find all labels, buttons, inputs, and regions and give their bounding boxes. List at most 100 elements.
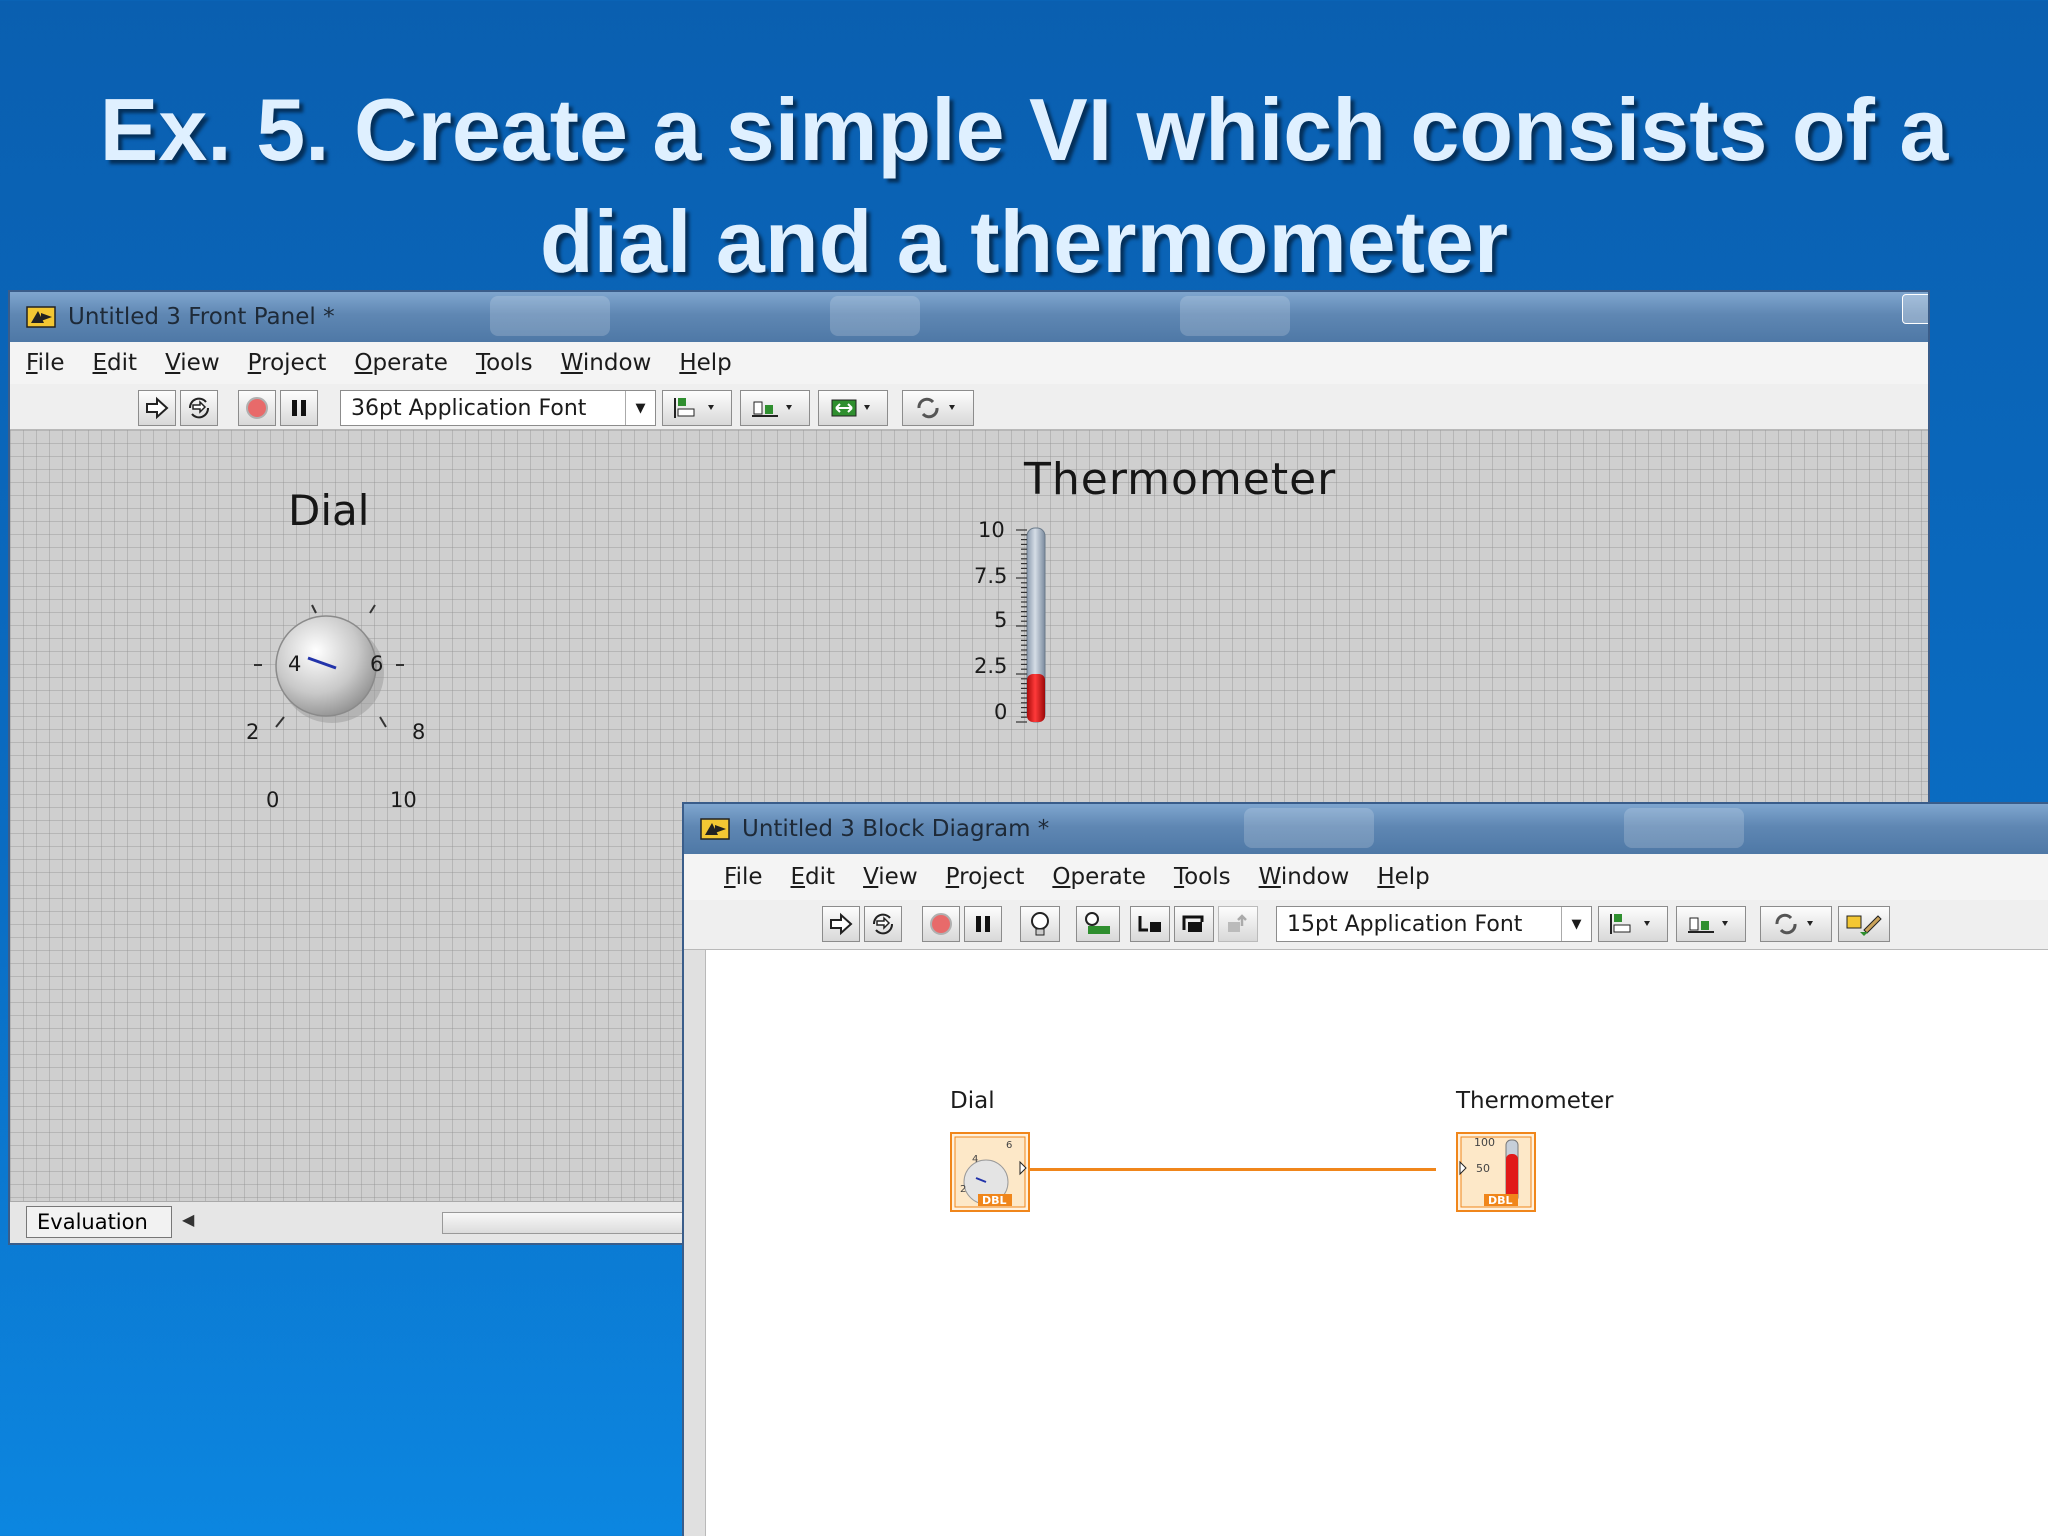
reorder-icon [917, 397, 955, 419]
chevron-down-icon: ▼ [1561, 907, 1591, 941]
dial-terminal-tick-2: 2 [960, 1184, 967, 1195]
abort-button[interactable] [922, 906, 960, 942]
chevron-down-icon: ▼ [625, 391, 655, 425]
clean-up-diagram-button[interactable] [1838, 906, 1890, 942]
dial-terminal-tick-4: 4 [972, 1154, 979, 1165]
thermometer-terminal-tick-100: 100 [1474, 1136, 1495, 1149]
thermo-tick-2-5: 2.5 [974, 654, 1008, 678]
step-into-icon [1138, 916, 1161, 932]
menu-view[interactable]: View [863, 864, 918, 890]
menu-tools[interactable]: Tools [476, 350, 533, 376]
menu-window[interactable]: Window [1259, 864, 1350, 890]
dial-control[interactable] [240, 580, 410, 750]
font-select[interactable]: 15pt Application Font ▼ [1276, 906, 1592, 942]
wire[interactable] [1020, 1168, 1436, 1171]
block-diagram-titlebar[interactable]: Untitled 3 Block Diagram * [684, 804, 2048, 854]
retain-wire-values-button[interactable] [1076, 906, 1120, 942]
abort-icon [246, 397, 268, 419]
thermo-tick-10: 10 [978, 518, 1005, 542]
pause-icon [292, 400, 306, 416]
menu-operate[interactable]: Operate [354, 350, 448, 376]
run-continuously-icon [188, 397, 210, 419]
thermometer-terminal[interactable]: 100 50 DBL [1456, 1132, 1536, 1212]
menu-file[interactable]: File [724, 864, 763, 890]
highlight-execution-icon [1031, 912, 1049, 936]
dial-tick-4: 4 [288, 652, 302, 676]
distribute-icon [752, 401, 792, 417]
block-diagram-menubar: File Edit View Project Operate Tools Win… [684, 854, 2048, 900]
menu-help[interactable]: Help [679, 350, 731, 376]
run-continuously-icon [872, 913, 894, 935]
resize-objects-button[interactable] [818, 390, 888, 426]
run-arrow-icon [830, 912, 853, 936]
block-diagram-window[interactable]: Untitled 3 Block Diagram * File Edit Vie… [682, 802, 2048, 1536]
highlight-execution-button[interactable] [1020, 906, 1060, 942]
menu-window[interactable]: Window [561, 350, 652, 376]
menu-project[interactable]: Project [248, 350, 327, 376]
dial-knob[interactable] [240, 580, 410, 750]
run-button[interactable] [138, 390, 176, 426]
run-continuously-button[interactable] [180, 390, 218, 426]
align-objects-button[interactable] [662, 390, 732, 426]
retain-wire-values-icon [1085, 912, 1110, 934]
font-select-value: 36pt Application Font [351, 395, 587, 421]
menu-help[interactable]: Help [1377, 864, 1429, 890]
step-out-icon [1228, 914, 1247, 932]
abort-icon [930, 913, 952, 935]
titlebar-glow [1244, 808, 1374, 848]
dial-terminal[interactable]: 2 4 6 DBL [950, 1132, 1030, 1212]
run-button[interactable] [822, 906, 860, 942]
dial-tick-10: 10 [390, 788, 417, 812]
thermometer-tube [1026, 527, 1046, 723]
thermo-tick-5: 5 [994, 608, 1008, 632]
dial-tick-0: 0 [266, 788, 280, 812]
menu-project[interactable]: Project [946, 864, 1025, 890]
thermometer-terminal-tick-50: 50 [1476, 1162, 1490, 1175]
menu-edit[interactable]: Edit [93, 350, 138, 376]
thermo-tick-7-5: 7.5 [974, 564, 1008, 588]
thermometer-label: Thermometer [1024, 454, 1337, 505]
distribute-objects-button[interactable] [1676, 906, 1746, 942]
abort-button[interactable] [238, 390, 276, 426]
block-diagram-window-title: Untitled 3 Block Diagram * [742, 816, 1050, 842]
thermometer-scale-ticks [1016, 529, 1027, 723]
thermometer-indicator [1026, 526, 1046, 726]
step-over-icon [1182, 915, 1204, 932]
minimize-button[interactable] [1902, 294, 1928, 324]
slide-title-line-1: Ex. 5. Create a simple VI which consists… [99, 80, 1949, 179]
reorder-button[interactable] [1760, 906, 1832, 942]
menu-operate[interactable]: Operate [1052, 864, 1146, 890]
step-over-button[interactable] [1174, 906, 1214, 942]
scroll-left-icon[interactable]: ◀ [182, 1210, 194, 1229]
pause-button[interactable] [964, 906, 1002, 942]
reorder-icon [1775, 913, 1813, 935]
distribute-objects-button[interactable] [740, 390, 810, 426]
front-panel-window-title: Untitled 3 Front Panel * [68, 304, 335, 330]
pause-button[interactable] [280, 390, 318, 426]
front-panel-titlebar[interactable]: Untitled 3 Front Panel * [10, 292, 1928, 342]
block-diagram-canvas[interactable]: Dial 2 4 6 DBL Thermometer 100 50 DBL [706, 950, 2048, 1536]
step-out-button[interactable] [1218, 906, 1258, 942]
front-panel-menubar: File Edit View Project Operate Tools Win… [10, 342, 1928, 384]
align-objects-button[interactable] [1598, 906, 1668, 942]
reorder-button[interactable] [902, 390, 974, 426]
resize-icon [831, 399, 870, 417]
dial-tick-8: 8 [412, 720, 426, 744]
titlebar-glow [1624, 808, 1744, 848]
run-continuously-button[interactable] [864, 906, 902, 942]
thermometer-terminal-label: Thermometer [1456, 1088, 1614, 1114]
step-into-button[interactable] [1130, 906, 1170, 942]
slide-title-line-2: dial and a thermometer [539, 192, 1509, 291]
menu-edit[interactable]: Edit [791, 864, 836, 890]
dial-terminal-type: DBL [982, 1194, 1007, 1207]
diagram-left-strip [684, 950, 706, 1536]
run-arrow-icon [146, 396, 169, 420]
labview-vi-icon [700, 818, 730, 840]
titlebar-glow [830, 296, 920, 336]
menu-view[interactable]: View [165, 350, 220, 376]
font-select[interactable]: 36pt Application Font ▼ [340, 390, 656, 426]
menu-tools[interactable]: Tools [1174, 864, 1231, 890]
menu-file[interactable]: File [26, 350, 65, 376]
dial-tick-2: 2 [246, 720, 260, 744]
align-icon [674, 398, 714, 418]
